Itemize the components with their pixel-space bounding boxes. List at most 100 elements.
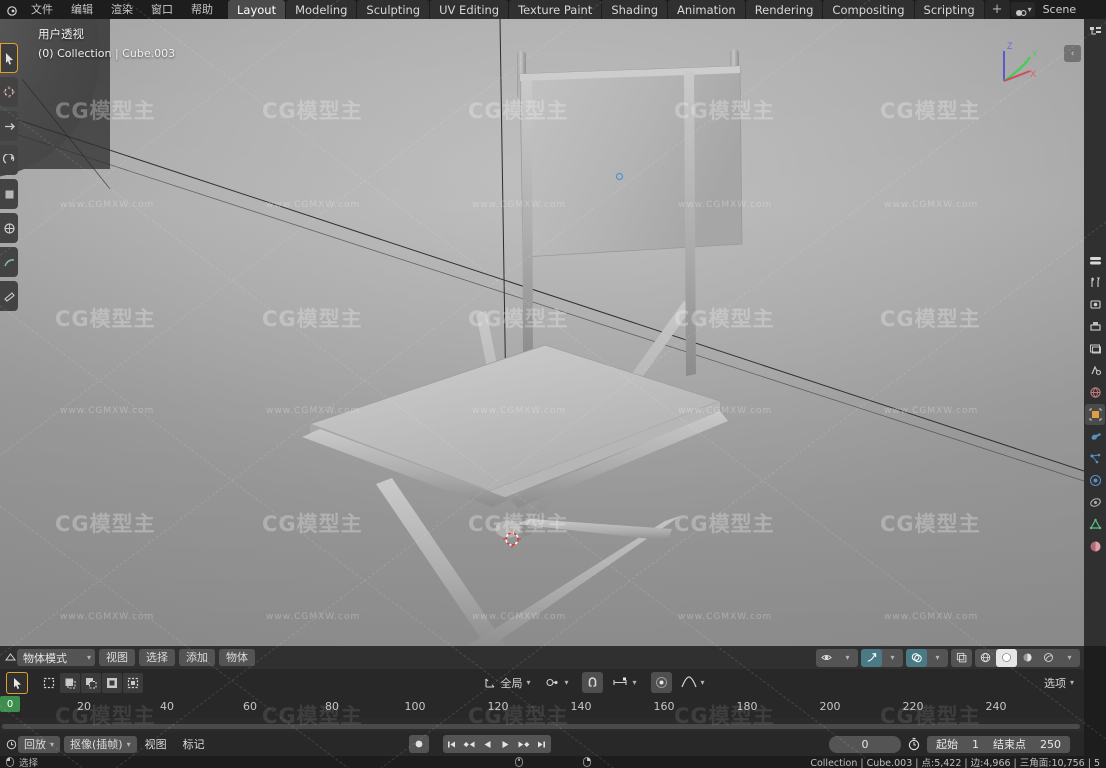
tab-sculpting[interactable]: Sculpting: [357, 0, 430, 19]
tab-uv-editing[interactable]: UV Editing: [430, 0, 509, 19]
timer-icon[interactable]: [907, 737, 921, 751]
menu-file[interactable]: 文件: [22, 0, 62, 19]
play-icon[interactable]: [497, 735, 515, 753]
shading-material-icon[interactable]: [1017, 649, 1038, 667]
tab-rendering[interactable]: Rendering: [745, 0, 823, 19]
3d-viewport[interactable]: 用户透视 (0) Collection | Cube.003 Z Y X ‹: [0, 19, 1084, 646]
menu-marker[interactable]: 标记: [175, 736, 213, 752]
shading-rendered-icon[interactable]: [1038, 649, 1059, 667]
start-frame-value[interactable]: 1: [972, 738, 979, 751]
chevron-down-icon[interactable]: ▾: [1059, 649, 1080, 667]
play-reverse-icon[interactable]: [479, 735, 497, 753]
tool-annotate[interactable]: [0, 247, 18, 277]
xray-group[interactable]: [951, 648, 972, 667]
menu-playback[interactable]: 回放 ▾: [18, 735, 61, 753]
tab-shading[interactable]: Shading: [602, 0, 668, 19]
proportional-edit-icon[interactable]: [650, 672, 672, 693]
transform-orientation-label[interactable]: 全局: [500, 675, 522, 691]
chevron-down-icon[interactable]: ▾: [526, 678, 530, 687]
gizmo-group[interactable]: ▾: [861, 648, 903, 667]
modifier-properties-icon[interactable]: [1085, 426, 1105, 447]
tool-move[interactable]: [0, 111, 18, 141]
chair-model[interactable]: [280, 29, 800, 646]
transform-orientation-icon[interactable]: [483, 676, 496, 689]
world-properties-icon[interactable]: [1085, 382, 1105, 403]
constraint-properties-icon[interactable]: [1085, 492, 1105, 513]
jump-end-icon[interactable]: [533, 735, 551, 753]
view-layer-icon[interactable]: [1085, 338, 1105, 359]
chevron-down-icon[interactable]: ▾: [564, 678, 568, 687]
tool-transform[interactable]: [0, 213, 18, 243]
shading-wireframe-icon[interactable]: [975, 649, 996, 667]
jump-start-icon[interactable]: [443, 735, 461, 753]
chevron-down-icon[interactable]: ▾: [1070, 678, 1074, 687]
render-properties-icon[interactable]: [1085, 294, 1105, 315]
editor-type-icon[interactable]: [4, 652, 17, 663]
visibility-icon[interactable]: [816, 649, 837, 667]
select-set-icon[interactable]: [39, 673, 59, 693]
menu-timeline-view[interactable]: 视图: [137, 736, 175, 752]
visibility-group[interactable]: ▾: [816, 648, 858, 667]
tab-modeling[interactable]: Modeling: [286, 0, 357, 19]
select-extend-icon[interactable]: [60, 672, 80, 693]
tool-cursor[interactable]: [0, 77, 18, 107]
menu-select[interactable]: 选择: [139, 649, 175, 666]
toggle-sidebar-button[interactable]: ‹: [1064, 45, 1081, 62]
tab-layout[interactable]: Layout: [228, 0, 286, 19]
add-workspace-button[interactable]: +: [984, 0, 1010, 19]
tool-measure[interactable]: [0, 281, 18, 311]
scene-selector[interactable]: ▾: [1010, 2, 1035, 17]
timeline-horizontal-scrollbar[interactable]: [2, 724, 1080, 729]
record-icon[interactable]: [408, 735, 429, 753]
object-data-icon[interactable]: [1085, 514, 1105, 535]
physics-properties-icon[interactable]: [1085, 470, 1105, 491]
chevron-down-icon[interactable]: ▾: [882, 649, 903, 667]
overlays-icon[interactable]: [906, 648, 927, 667]
timeline-playhead[interactable]: 0: [0, 696, 20, 712]
tab-compositing[interactable]: Compositing: [823, 0, 914, 19]
frame-range-field[interactable]: 起始 1 结束点 250: [927, 735, 1070, 753]
blender-logo-icon[interactable]: [4, 3, 20, 17]
pivot-point-icon[interactable]: [546, 676, 560, 689]
falloff-curve-icon[interactable]: [680, 676, 697, 689]
menu-add[interactable]: 添加: [179, 649, 215, 666]
output-properties-icon[interactable]: [1085, 316, 1105, 337]
tool-scale[interactable]: [0, 179, 18, 209]
tool-active-cursor-icon[interactable]: [6, 671, 28, 694]
chevron-down-icon[interactable]: ▾: [701, 678, 705, 687]
select-subtract-icon[interactable]: [81, 672, 101, 693]
gizmo-icon[interactable]: [861, 648, 882, 667]
overlays-group[interactable]: ▾: [906, 648, 948, 667]
object-properties-icon[interactable]: [1085, 404, 1105, 425]
navigation-gizmo[interactable]: Z Y X: [990, 37, 1050, 97]
interaction-mode-dropdown[interactable]: 物体模式 ▾: [17, 649, 95, 666]
menu-view[interactable]: 视图: [99, 649, 135, 666]
scene-name-field[interactable]: Scene: [1036, 2, 1106, 17]
tab-scripting[interactable]: Scripting: [914, 0, 984, 19]
chevron-down-icon[interactable]: ▾: [927, 649, 948, 667]
snap-magnet-icon[interactable]: [582, 672, 604, 693]
end-frame-value[interactable]: 250: [1040, 738, 1061, 751]
tool-tweak[interactable]: [0, 43, 18, 73]
options-label[interactable]: 选项: [1044, 675, 1066, 691]
chevron-down-icon[interactable]: ▾: [632, 678, 636, 687]
next-keyframe-icon[interactable]: [515, 735, 533, 753]
tab-animation[interactable]: Animation: [668, 0, 745, 19]
select-intersect-icon[interactable]: [123, 672, 143, 693]
tab-texture-paint[interactable]: Texture Paint: [509, 0, 602, 19]
prev-keyframe-icon[interactable]: [461, 735, 479, 753]
timeline-editor-type-icon[interactable]: [4, 739, 18, 750]
snap-increment-icon[interactable]: [612, 676, 628, 689]
scene-properties-icon[interactable]: [1085, 360, 1105, 381]
menu-object[interactable]: 物体: [219, 649, 255, 666]
properties-editor-icon[interactable]: [1085, 250, 1105, 271]
outliner-icon[interactable]: [1085, 21, 1105, 42]
xray-icon[interactable]: [951, 649, 972, 667]
particle-properties-icon[interactable]: [1085, 448, 1105, 469]
tool-properties-icon[interactable]: [1085, 272, 1105, 293]
chevron-down-icon[interactable]: ▾: [837, 649, 858, 667]
material-properties-icon[interactable]: [1085, 536, 1105, 557]
shading-mode-group[interactable]: ▾: [975, 648, 1080, 667]
current-frame-field[interactable]: 0: [829, 735, 901, 753]
timeline-ruler[interactable]: 20 40 60 80 100 120 140 160 180 200 220 …: [0, 696, 1084, 718]
